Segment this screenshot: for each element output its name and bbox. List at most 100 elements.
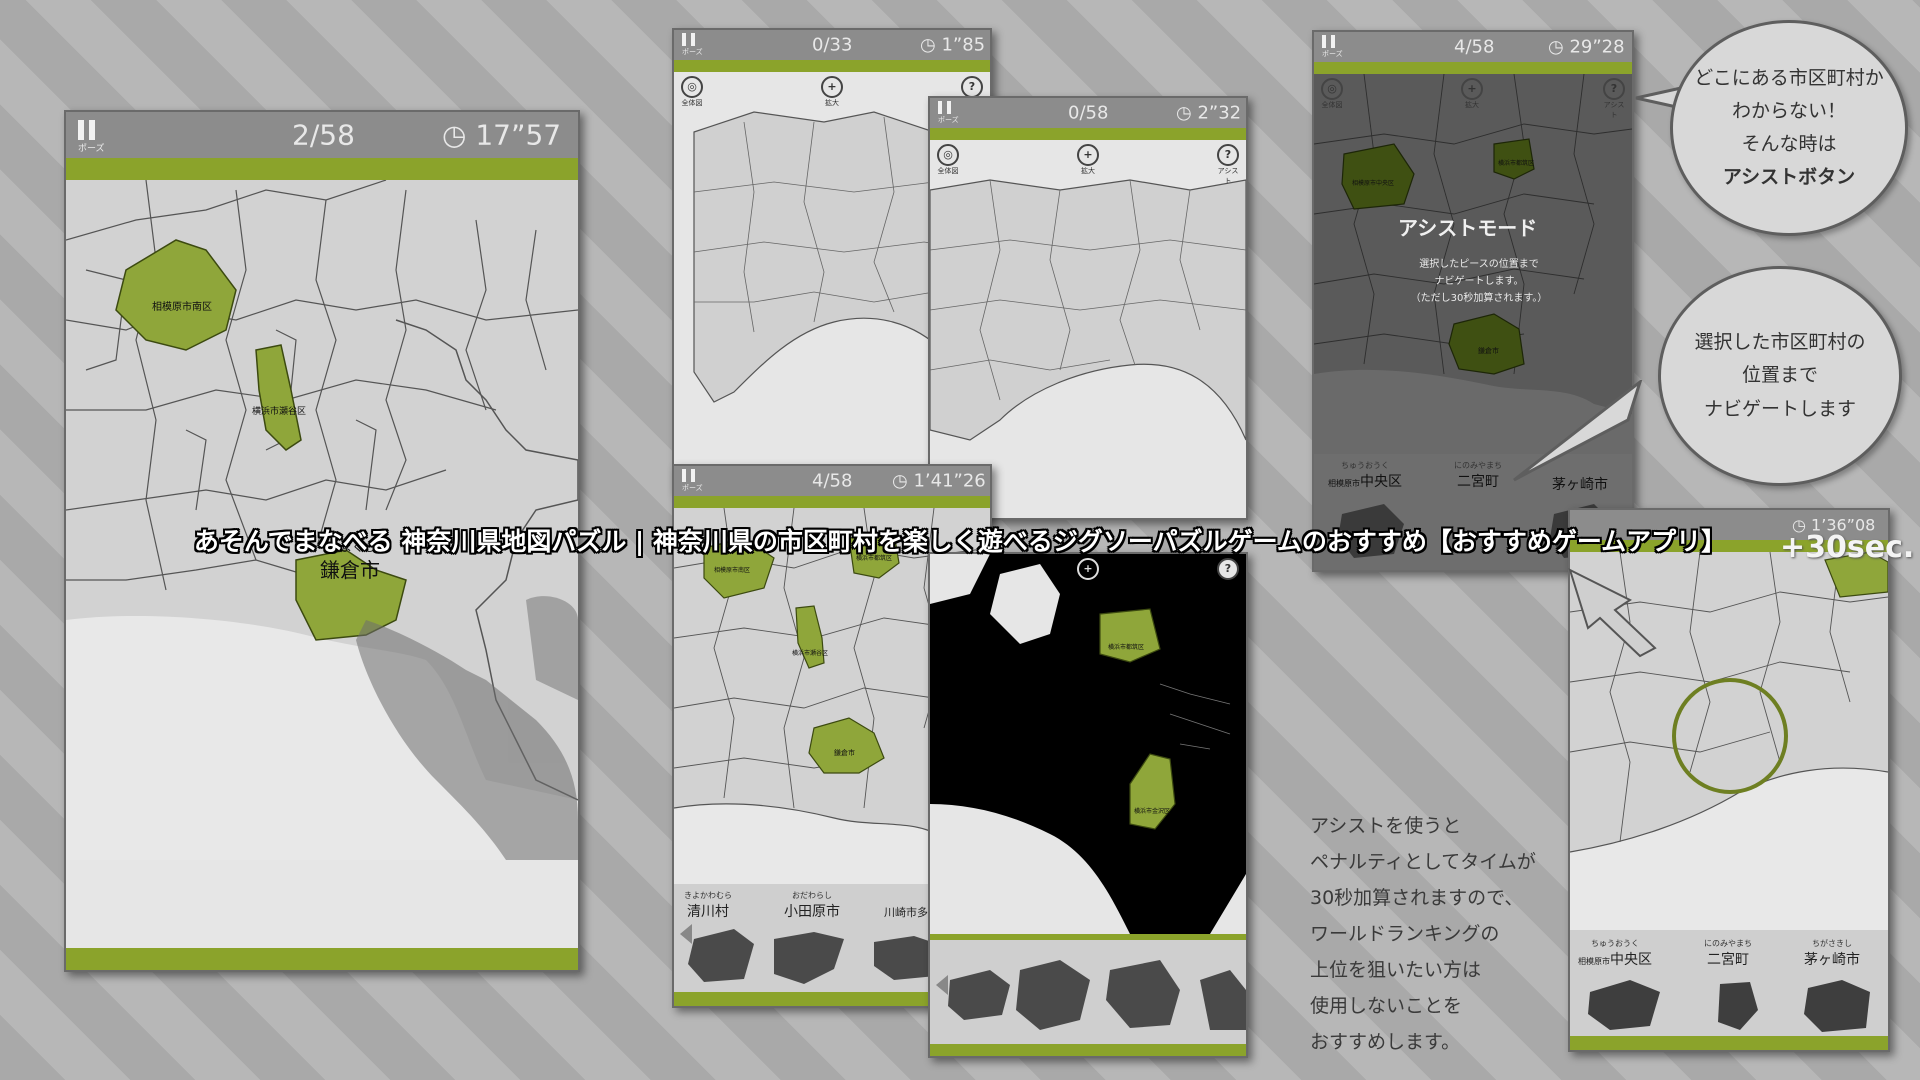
progress-bar xyxy=(1314,62,1632,74)
progress-count: 4/58 xyxy=(1454,36,1495,58)
pause-icon xyxy=(682,33,703,46)
help-icon: ? xyxy=(1217,144,1239,166)
pause-icon xyxy=(1322,35,1343,48)
map-button[interactable]: ◎ 全体図 xyxy=(680,76,704,108)
speech-bubble-navigate: 選択した市区町村の 位置まで ナビゲートします xyxy=(1658,266,1902,486)
progress-bar xyxy=(930,128,1246,140)
zoom-button[interactable]: + 拡大 xyxy=(1076,144,1100,176)
zoom-icon: + xyxy=(821,76,843,98)
help-icon: ? xyxy=(961,76,983,98)
clock-icon: ◷ xyxy=(920,34,942,56)
help-icon: ? xyxy=(1603,78,1625,100)
tool-row: ◎全体図 +拡大 ?アシスト xyxy=(930,140,1246,185)
puzzle-piece xyxy=(688,929,754,982)
pause-label: ポーズ xyxy=(682,484,703,492)
zoom-button[interactable]: + 拡大 xyxy=(820,76,844,108)
arrow-graphic xyxy=(1568,568,1657,658)
puzzle-piece xyxy=(1200,970,1246,1030)
bottom-bar xyxy=(930,1044,1246,1056)
map-icon: ◎ xyxy=(937,144,959,166)
help-icon: ? xyxy=(1217,558,1239,580)
region-label: 相模原市中央区 xyxy=(1352,180,1395,187)
pause-label: ポーズ xyxy=(78,144,105,154)
assist-button[interactable]: ?アシスト xyxy=(1216,144,1240,186)
penalty-note: アシストを使うと ペナルティとしてタイムが 30秒加算されますので、 ワールドラ… xyxy=(1310,815,1536,1053)
timer: ◷ 1’41”26 xyxy=(892,470,986,492)
timer: ◷ 29”28 xyxy=(1548,36,1625,58)
map-icon: ◎ xyxy=(681,76,703,98)
progress-count: 0/58 xyxy=(1068,102,1109,124)
tool-row: ◎全体図 +拡大 ?アシスト xyxy=(1314,74,1632,119)
bottom-bar xyxy=(1570,1036,1888,1050)
header-bar: ポーズ 4/58 ◷ 1’41”26 xyxy=(674,466,990,496)
region-label: 横浜市金沢区 xyxy=(1134,808,1171,815)
region-label: 相模原市南区 xyxy=(152,302,212,313)
zoom-icon: + xyxy=(1077,558,1099,580)
puzzle-piece xyxy=(1106,960,1180,1028)
puzzle-piece xyxy=(1588,980,1660,1030)
pause-button[interactable]: ポーズ xyxy=(1322,35,1343,59)
region-label: 鎌倉市 xyxy=(834,749,855,757)
pause-icon xyxy=(938,101,959,114)
map-area[interactable]: ◎全体図 +拡大 ?アシスト xyxy=(930,140,1246,518)
puzzle-piece xyxy=(1718,982,1758,1030)
pause-button[interactable]: ポーズ xyxy=(78,120,105,154)
progress-bar xyxy=(674,60,990,72)
piece-tray xyxy=(930,940,1246,1044)
zoom-button[interactable]: + xyxy=(1076,558,1100,580)
progress-count: 0/33 xyxy=(812,34,853,56)
progress-bar xyxy=(66,158,578,180)
map-icon: ◎ xyxy=(1321,78,1343,100)
kamakura-label: 鎌倉市 xyxy=(320,558,380,582)
clock-icon: ◷ xyxy=(892,470,914,492)
timer: ◷ 1”85 xyxy=(920,34,986,56)
region-label: 横浜市都筑区 xyxy=(1498,160,1535,167)
map-button[interactable]: ◎ 全体図 xyxy=(936,144,960,176)
header-bar: ポーズ 2/58 ◷ 17”57 xyxy=(66,112,578,158)
assist-button[interactable]: ?アシスト xyxy=(1602,78,1626,120)
header-bar: ポーズ 0/58 ◷ 2”32 xyxy=(930,98,1246,128)
clock-icon: ◷ xyxy=(1176,102,1198,124)
region-label: 相模原市南区 xyxy=(714,567,751,574)
header-bar: ポーズ 4/58 ◷ 29”28 xyxy=(1314,32,1632,62)
progress-bar xyxy=(674,496,990,508)
piece-tray: ちゅうおうく 相模原市中央区 にのみやまち 二宮町 ちがさきし 茅ヶ崎市 xyxy=(1570,930,1888,1036)
zoom-icon: + xyxy=(1077,144,1099,166)
pause-icon xyxy=(682,469,703,482)
screen-start-58: ポーズ 0/58 ◷ 2”32 ◎ 全体図 + 拡大 ? アシスト xyxy=(928,96,1248,520)
screen-zoomed: 横浜市都筑区 横浜市金沢区 + ? xyxy=(928,552,1248,1058)
region-label: 鎌倉市 xyxy=(1478,347,1499,355)
zoom-icon: + xyxy=(1461,78,1483,100)
pause-button[interactable]: ポーズ xyxy=(682,469,703,493)
map-area[interactable]: 横浜市都筑区 横浜市金沢区 + ? xyxy=(930,554,1246,934)
clock-icon: ◷ xyxy=(442,118,476,152)
pause-label: ポーズ xyxy=(938,116,959,124)
pause-icon xyxy=(78,120,105,140)
bubble-tail xyxy=(1513,380,1643,482)
pause-label: ポーズ xyxy=(682,48,703,56)
assist-title: アシストモード xyxy=(1398,216,1538,240)
speech-bubble-assist: どこにある市区町村か わからない！ そんな時は アシストボタン xyxy=(1670,20,1908,236)
bottom-bar xyxy=(66,948,578,970)
region-label: 横浜市瀬谷区 xyxy=(252,407,307,417)
header-bar: ポーズ 0/33 ◷ 1”85 xyxy=(674,30,990,60)
assist-button[interactable]: ? xyxy=(1216,558,1240,580)
zoom-button[interactable]: + 拡大 xyxy=(1460,78,1484,110)
pause-button[interactable]: ポーズ xyxy=(682,33,703,57)
puzzle-piece xyxy=(774,932,844,984)
progress-count: 2/58 xyxy=(292,118,355,152)
map-button[interactable]: ◎ 全体図 xyxy=(1320,78,1344,110)
puzzle-piece xyxy=(1804,980,1870,1032)
region-label: 横浜市都筑区 xyxy=(1108,644,1145,651)
map-area[interactable]: 相模原市南区 横浜市瀬谷区 かまくらし 鎌倉市 xyxy=(66,180,578,860)
timer: ◷ 17”57 xyxy=(442,118,562,152)
puzzle-piece xyxy=(1016,960,1090,1030)
pause-label: ポーズ xyxy=(1322,50,1343,58)
tool-row: + ? xyxy=(930,554,1246,588)
puzzle-piece xyxy=(948,970,1010,1020)
assist-description: 選択したピースの位置まで ナビゲートします。 （ただし30秒加算されます。） xyxy=(1410,259,1548,304)
timer: ◷ 2”32 xyxy=(1176,102,1242,124)
pause-button[interactable]: ポーズ xyxy=(938,101,959,125)
region-label: 横浜市瀬谷区 xyxy=(792,650,829,657)
video-caption: あそんでまなべる 神奈川県地図パズル | 神奈川県の市区町村を楽しく遊べるジグソ… xyxy=(193,527,1727,556)
